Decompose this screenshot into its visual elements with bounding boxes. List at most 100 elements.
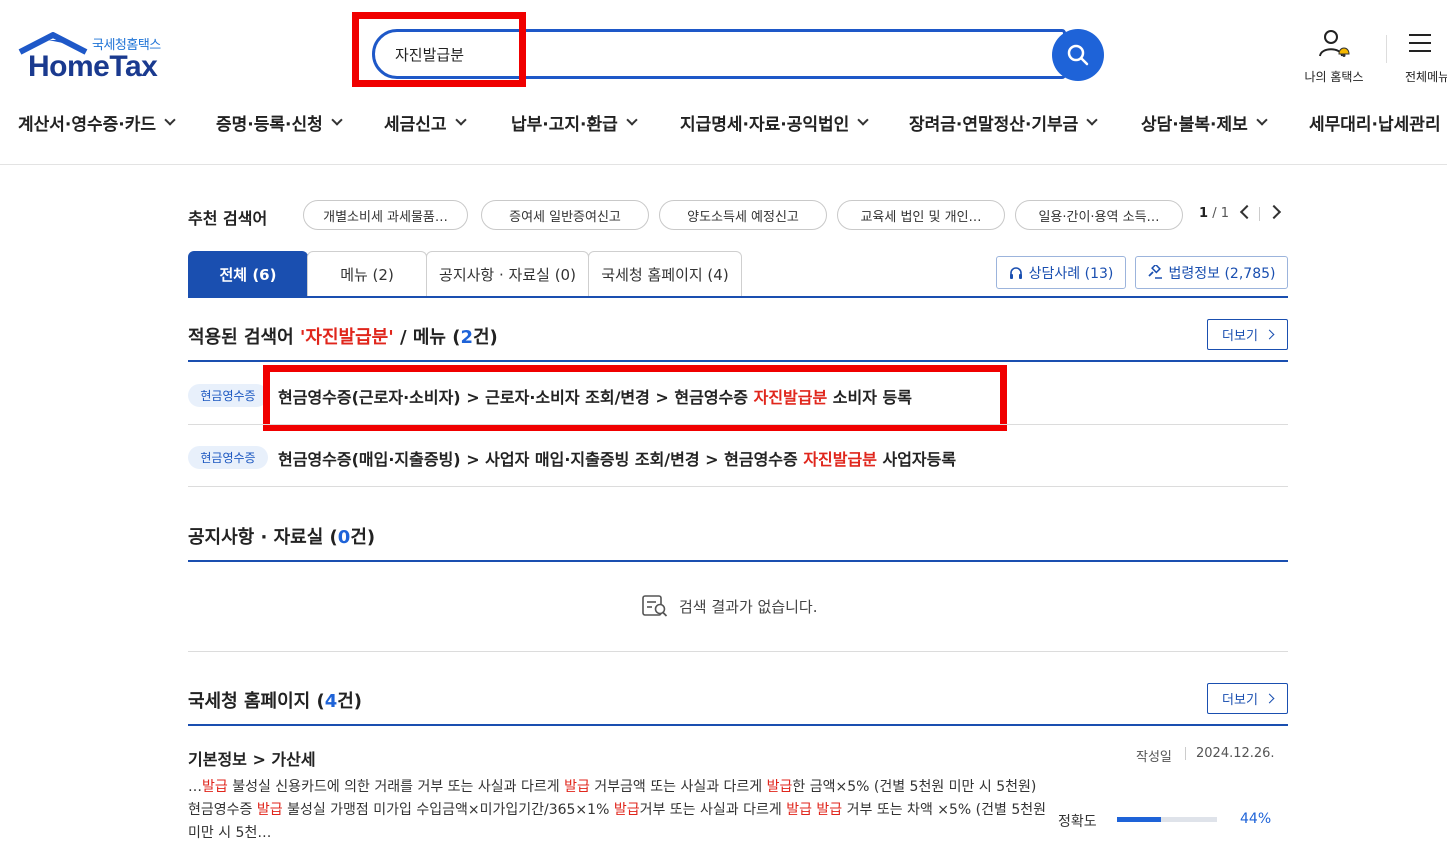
- homepage-section-line: [188, 724, 1288, 726]
- chevron-down-icon: [1256, 114, 1268, 126]
- gnb-item-payment-statement[interactable]: 지급명세·자료·공익법인: [680, 110, 869, 135]
- search-input[interactable]: [372, 29, 1066, 79]
- menu-tag: 현금영수증: [188, 446, 268, 469]
- path-keyword: 자진발급분: [753, 388, 828, 407]
- path-text: 현금영수증(매입·지출증빙) > 사업자 매입·지출증빙 조회/변경 > 현금영…: [278, 450, 804, 469]
- chevron-right-icon: [1264, 693, 1275, 704]
- date-label: 작성일: [1136, 750, 1172, 765]
- chevron-down-icon: [164, 114, 176, 126]
- gnb-item-invoice[interactable]: 계산서·영수증·카드: [18, 110, 176, 135]
- accuracy-label: 정확도: [1058, 814, 1097, 830]
- gnb-item-tax-agent[interactable]: 세무대리·납세관리: [1309, 110, 1441, 135]
- global-nav: 계산서·영수증·카드 증명·등록·신청 세금신고 납부·고지·환급 지급명세·자…: [0, 110, 1447, 140]
- recommend-chip[interactable]: 일용·간이·용역 소득…: [1015, 200, 1183, 230]
- user-bell-icon: [1319, 30, 1350, 57]
- gnb-label: 계산서·영수증·카드: [18, 115, 157, 135]
- my-hometax-button[interactable]: 나의 홈택스: [1298, 28, 1370, 85]
- accuracy-bar-fill: [1117, 817, 1161, 822]
- recommend-label: 추천 검색어: [188, 209, 268, 228]
- util-divider: [1386, 35, 1387, 63]
- list-item: 현금영수증 현금영수증(근로자·소비자) > 근로자·소비자 조회/변경 > 현…: [188, 380, 1288, 410]
- accuracy-bar: [1117, 817, 1217, 822]
- recommend-chip[interactable]: 교육세 법인 및 개인…: [837, 200, 1005, 230]
- chevron-right-icon[interactable]: [1266, 204, 1282, 220]
- gnb-label: 세무대리·납세관리: [1309, 115, 1441, 135]
- homepage-more-button[interactable]: 더보기: [1207, 683, 1288, 714]
- headset-icon: [1009, 266, 1022, 279]
- gnb-item-consulting[interactable]: 상담·불복·제보: [1141, 110, 1268, 135]
- article-title-link[interactable]: 기본정보 > 가산세: [188, 746, 316, 770]
- search-button[interactable]: [1052, 29, 1104, 81]
- title-prefix: 공지사항 · 자료실 (: [188, 527, 338, 548]
- gnb-label: 납부·고지·환급: [511, 115, 618, 135]
- tab-all[interactable]: 전체 (6): [188, 251, 308, 297]
- consult-cases-button[interactable]: 상담사례 (13): [996, 256, 1126, 289]
- hometax-logo[interactable]: 국세청홈택스 HomeTax: [18, 30, 178, 85]
- chevron-down-icon: [1086, 114, 1098, 126]
- search-icon: [1067, 44, 1089, 66]
- header: 국세청홈택스 HomeTax 나의 홈택스 전체메뉴 계산서·영수증·: [0, 0, 1447, 165]
- more-label: 더보기: [1222, 693, 1258, 708]
- title-prefix: 적용된 검색어: [188, 327, 300, 348]
- row-divider: [188, 651, 1288, 652]
- pagination-divider: [1259, 207, 1260, 221]
- menu-count: 2: [460, 327, 473, 348]
- title-suffix: 건): [350, 527, 376, 548]
- all-menu-button[interactable]: 전체메뉴: [1405, 28, 1447, 85]
- recommend-pagination: 1 / 1: [1199, 206, 1229, 221]
- recommend-chip[interactable]: 개별소비세 과세물품…: [303, 200, 468, 230]
- tab-notice[interactable]: 공지사항 · 자료실 (0): [426, 251, 589, 297]
- hamburger-icon: [1409, 34, 1431, 52]
- path-text: 현금영수증(근로자·소비자) > 근로자·소비자 조회/변경 > 현금영수증: [278, 388, 754, 407]
- search-bar: [372, 29, 1104, 81]
- row-divider: [188, 486, 1288, 487]
- list-item: 현금영수증 현금영수증(매입·지출증빙) > 사업자 매입·지출증빙 조회/변경…: [188, 442, 1288, 472]
- my-hometax-label: 나의 홈택스: [1304, 70, 1364, 84]
- logo-title: HomeTax: [28, 50, 158, 83]
- gnb-item-incentive[interactable]: 장려금·연말정산·기부금: [909, 110, 1098, 135]
- path-text: 소비자 등록: [827, 388, 912, 407]
- page-total: / 1: [1212, 206, 1229, 221]
- chevron-left-icon[interactable]: [1239, 204, 1255, 220]
- article-date: 2024.12.26.: [1196, 746, 1275, 761]
- gnb-item-tax-report[interactable]: 세금신고: [384, 110, 467, 135]
- chevron-down-icon: [857, 114, 869, 126]
- menu-path-link[interactable]: 현금영수증(근로자·소비자) > 근로자·소비자 조회/변경 > 현금영수증 자…: [278, 384, 912, 408]
- empty-search-icon: [642, 595, 668, 617]
- empty-message: 검색 결과가 없습니다.: [679, 597, 818, 616]
- gnb-label: 세금신고: [384, 115, 447, 135]
- tab-homepage[interactable]: 국세청 홈페이지 (4): [588, 251, 742, 297]
- gnb-label: 지급명세·자료·공익법인: [680, 115, 850, 135]
- path-keyword: 자진발급분: [803, 450, 877, 469]
- consult-cases-label: 상담사례 (13): [1028, 265, 1114, 282]
- gnb-label: 장려금·연말정산·기부금: [909, 115, 1079, 135]
- title-prefix: 국세청 홈페이지 (: [188, 691, 325, 712]
- law-info-button[interactable]: 법령정보 (2,785): [1135, 256, 1288, 289]
- title-suffix: 건): [337, 691, 363, 712]
- recommend-chip[interactable]: 양도소득세 예정신고: [659, 200, 827, 230]
- title-suffix: 건): [473, 327, 498, 348]
- menu-path-link[interactable]: 현금영수증(매입·지출증빙) > 사업자 매입·지출증빙 조회/변경 > 현금영…: [278, 446, 956, 470]
- recommend-chip[interactable]: 증여세 일반증여신고: [481, 200, 649, 230]
- accuracy-value: 44%: [1240, 811, 1272, 827]
- gnb-item-certificate[interactable]: 증명·등록·신청: [216, 110, 343, 135]
- gnb-label: 상담·불복·제보: [1141, 115, 1248, 135]
- gavel-icon: [1147, 265, 1162, 279]
- more-label: 더보기: [1222, 329, 1258, 344]
- empty-result: 검색 결과가 없습니다.: [641, 594, 818, 618]
- path-text: 사업자등록: [876, 450, 957, 469]
- chevron-down-icon: [331, 114, 343, 126]
- gnb-label: 증명·등록·신청: [216, 115, 323, 135]
- tab-menu[interactable]: 메뉴 (2): [307, 251, 427, 297]
- chevron-right-icon: [1264, 329, 1275, 340]
- all-menu-label: 전체메뉴: [1405, 70, 1447, 84]
- menu-more-button[interactable]: 더보기: [1207, 319, 1288, 350]
- title-mid: / 메뉴 (: [393, 327, 461, 348]
- menu-section-title: 적용된 검색어 '자진발급분' / 메뉴 (2건): [188, 323, 498, 349]
- notice-count: 0: [337, 527, 351, 548]
- page-current: 1: [1199, 206, 1209, 221]
- menu-section-line: [188, 360, 1288, 362]
- tabs-underline: [188, 296, 1288, 298]
- gnb-item-payment[interactable]: 납부·고지·환급: [511, 110, 638, 135]
- homepage-section-title: 국세청 홈페이지 (4건): [188, 687, 362, 713]
